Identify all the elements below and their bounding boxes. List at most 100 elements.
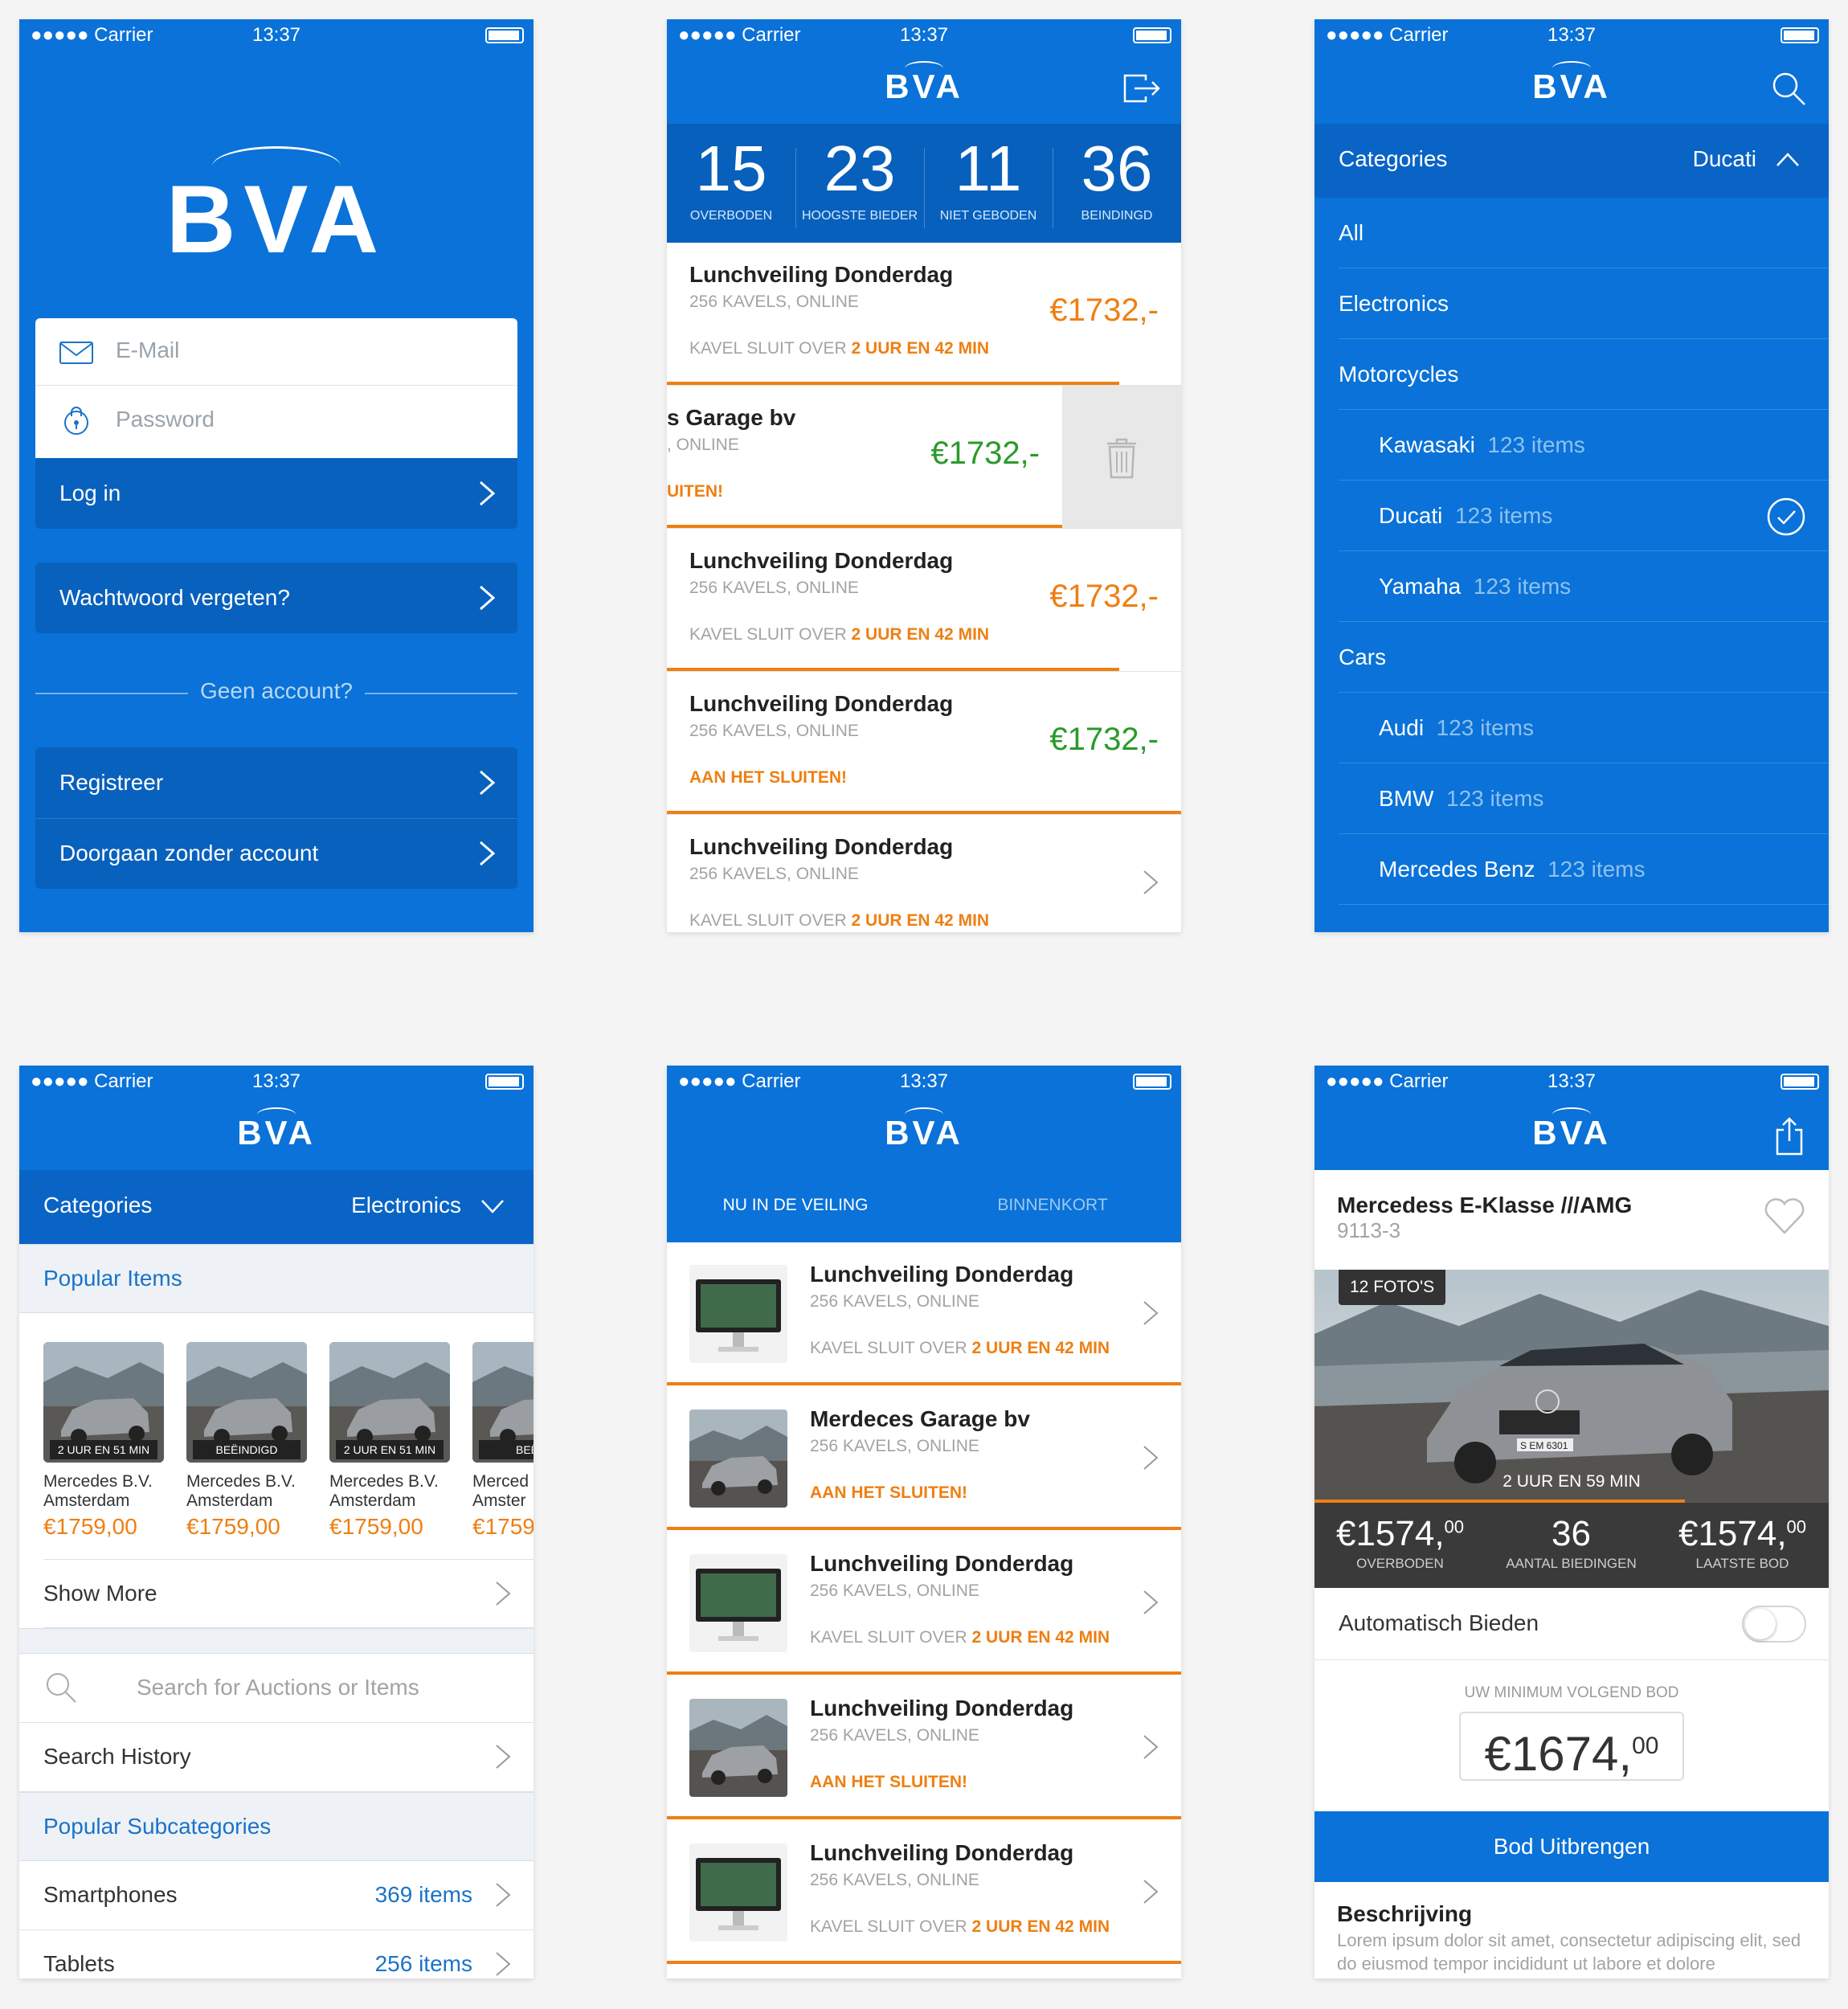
auction-row-swiped[interactable]: s Garage bv , ONLINE UITEN! €1732,- bbox=[667, 386, 1181, 529]
heart-icon[interactable] bbox=[1763, 1196, 1806, 1236]
category-label: Mercedes Benz bbox=[1379, 857, 1535, 882]
min-bid-input[interactable]: €1674,00 bbox=[1459, 1712, 1684, 1781]
battery-icon bbox=[485, 27, 524, 43]
auction-subtitle: 256 KAVELS, ONLINE bbox=[689, 722, 859, 740]
auction-row[interactable]: Lunchveiling Donderdag 256 KAVELS, ONLIN… bbox=[667, 529, 1181, 672]
category-label: Audi bbox=[1379, 715, 1425, 740]
stat-value: 11 bbox=[955, 133, 1022, 204]
item-card[interactable]: 2 UUR EN 51 MIN Mercedes B.V. Amsterdam €17… bbox=[43, 1342, 164, 1540]
item-card[interactable]: BEËINDIGD Mercedes B.V. Amsterdam €1759,00 bbox=[186, 1342, 307, 1540]
category-header[interactable]: Categories Ducati bbox=[1314, 124, 1829, 198]
clock: 13:37 bbox=[251, 1070, 301, 1092]
tab-upcoming[interactable]: BINNENKORT bbox=[924, 1196, 1181, 1215]
category-row[interactable]: Ducati 123 items bbox=[1314, 481, 1829, 551]
auto-bid-toggle[interactable] bbox=[1742, 1606, 1806, 1643]
photo-count-badge[interactable]: 12 FOTO'S bbox=[1339, 1270, 1446, 1305]
category-row[interactable]: Electronics bbox=[1314, 268, 1829, 339]
closing-value: 2 UUR EN 42 MIN bbox=[851, 625, 990, 644]
item-card[interactable]: 2 UUR EN 51 MIN Mercedes B.V. Amsterdam €17… bbox=[329, 1342, 450, 1540]
subcategory-name: Tablets bbox=[43, 1951, 115, 1976]
stat-outbid[interactable]: 15 OVERBODEN bbox=[667, 124, 795, 243]
product-screen: ●●●●● Carrier 13:37 BVA Mercedess E-Klas… bbox=[1314, 1066, 1829, 1978]
divider-orange bbox=[667, 1816, 1181, 1819]
closing-time: KAVEL SLUIT OVER 2 UUR EN 42 MIN bbox=[810, 1917, 1110, 1937]
item-city: Amsterdam bbox=[186, 1491, 273, 1510]
auction-row[interactable]: Lunchveiling Donderdag 256 KAVELS, ONLINE… bbox=[667, 1676, 1181, 1819]
item-image: BEËINDIGD bbox=[186, 1342, 307, 1463]
summary-bid-count: 36 AANTAL BIEDINGEN bbox=[1486, 1503, 1657, 1588]
popular-items-header: Popular Items bbox=[19, 1244, 534, 1313]
auction-row[interactable]: Merdeces Garage bv 256 KAVELS, ONLINE AAN … bbox=[667, 1387, 1181, 1530]
clock: 13:37 bbox=[1547, 24, 1597, 46]
item-image: BEËIN bbox=[472, 1342, 534, 1463]
closing-time: KAVEL SLUIT OVER 2 UUR EN 42 MIN bbox=[689, 339, 989, 358]
category-label: Motorcycles bbox=[1339, 362, 1459, 387]
item-city: Amster bbox=[472, 1491, 526, 1510]
auction-row[interactable]: Lunchveiling Donderdag 256 KAVELS, ONLIN… bbox=[667, 672, 1181, 815]
category-row[interactable]: Yamaha 123 items bbox=[1314, 551, 1829, 622]
item-seller: Mercedes B.V. bbox=[329, 1472, 439, 1491]
guest-button[interactable]: Doorgaan zonder account bbox=[35, 818, 517, 889]
show-more-button[interactable]: Show More bbox=[43, 1559, 534, 1628]
computer-image bbox=[689, 1265, 787, 1363]
email-placeholder: E-Mail bbox=[116, 338, 180, 362]
nav-bar: ●●●●● Carrier 13:37 BVA bbox=[667, 19, 1181, 124]
category-row[interactable]: Kawasaki 123 items bbox=[1314, 410, 1829, 481]
category-row[interactable]: Cars bbox=[1314, 622, 1829, 693]
search-icon[interactable] bbox=[1768, 69, 1811, 111]
summary-cents: 00 bbox=[1444, 1516, 1465, 1537]
category-header[interactable]: Categories Electronics bbox=[19, 1170, 534, 1244]
chevron-right-icon bbox=[493, 1577, 513, 1610]
search-input[interactable]: Search for Auctions or Items bbox=[19, 1654, 534, 1723]
category-header-value: Ducati bbox=[1692, 146, 1756, 171]
stat-highest-bidder[interactable]: 23 HOOGSTE BIEDER bbox=[795, 124, 924, 243]
item-image: 2 UUR EN 51 MIN bbox=[329, 1342, 450, 1463]
category-row[interactable]: BMW 123 items bbox=[1314, 763, 1829, 834]
chevron-right-icon bbox=[1141, 1876, 1160, 1908]
divider bbox=[1339, 904, 1829, 905]
search-history-button[interactable]: Search History bbox=[19, 1723, 534, 1792]
auction-row[interactable]: Lunchveiling Donderdag 256 KAVELS, ONLIN… bbox=[667, 243, 1181, 386]
description-text: Lorem ipsum dolor sit amet, consectetur … bbox=[1337, 1930, 1801, 1974]
share-icon[interactable] bbox=[1768, 1115, 1811, 1157]
subcategory-row[interactable]: Tablets 256 items bbox=[19, 1930, 534, 1978]
stat-not-bid[interactable]: 11 NIET GEBODEN bbox=[924, 124, 1053, 243]
item-card[interactable]: BEËIN MercedAmster €1759 bbox=[472, 1342, 534, 1540]
closing-value: 2 UUR EN 42 MIN bbox=[971, 1339, 1110, 1357]
auction-row[interactable]: Lunchveiling Donderdag 256 KAVELS, ONLINE… bbox=[667, 1242, 1181, 1385]
summary-cents: 00 bbox=[1786, 1516, 1807, 1537]
category-row[interactable]: Motorcycles bbox=[1314, 339, 1829, 410]
chevron-right-icon bbox=[1141, 1731, 1160, 1763]
section-title: Popular Items bbox=[43, 1266, 182, 1291]
category-row[interactable]: Mercedes Benz 123 items bbox=[1314, 834, 1829, 905]
password-field[interactable]: Password bbox=[35, 387, 517, 455]
subcategories-header: Popular Subcategories bbox=[19, 1792, 534, 1861]
auction-row[interactable]: Lunchveiling Donderdag 256 KAVELS, ONLINE… bbox=[667, 1532, 1181, 1675]
tab-now-live[interactable]: NU IN DE VEILING bbox=[667, 1196, 924, 1215]
product-title: Mercedess E-Klasse ///AMG bbox=[1337, 1193, 1633, 1217]
subcategory-row[interactable]: Smartphones 369 items bbox=[19, 1861, 534, 1930]
auction-row[interactable]: Lunchveiling Donderdag 256 KAVELS, ONLIN… bbox=[667, 815, 1181, 932]
forgot-label: Wachtwoord vergeten? bbox=[59, 585, 290, 610]
place-bid-button[interactable]: Bod Uitbrengen bbox=[1314, 1811, 1829, 1882]
min-bid-label: UW MINIMUM VOLGEND BOD bbox=[1464, 1684, 1679, 1701]
stat-ended[interactable]: 36 BEINDINGD bbox=[1053, 124, 1181, 243]
stat-label: OVERBODEN bbox=[689, 209, 773, 223]
login-button[interactable]: Log in bbox=[35, 458, 517, 529]
bva-logo: BVA bbox=[1532, 1114, 1611, 1152]
auction-title: Lunchveiling Donderdag bbox=[689, 548, 954, 573]
email-field[interactable]: E-Mail bbox=[35, 318, 517, 386]
forgot-password-button[interactable]: Wachtwoord vergeten? bbox=[35, 563, 517, 633]
closing-alert: UITEN! bbox=[667, 482, 723, 501]
chevron-right-icon bbox=[477, 582, 497, 614]
register-button[interactable]: Registreer bbox=[35, 747, 517, 818]
login-screen: ●●●●● Carrier 13:37 BVA E-Mail Password … bbox=[19, 19, 534, 932]
category-row[interactable]: All bbox=[1314, 198, 1829, 268]
checkmark-circle-icon bbox=[1766, 497, 1806, 537]
logout-icon[interactable] bbox=[1120, 69, 1163, 111]
auction-subtitle: 256 KAVELS, ONLINE bbox=[810, 1581, 979, 1600]
category-row[interactable]: Audi 123 items bbox=[1314, 693, 1829, 763]
delete-button[interactable] bbox=[1062, 386, 1181, 528]
guest-label: Doorgaan zonder account bbox=[59, 841, 319, 865]
auction-row[interactable]: Lunchveiling Donderdag 256 KAVELS, ONLINE… bbox=[667, 1821, 1181, 1964]
